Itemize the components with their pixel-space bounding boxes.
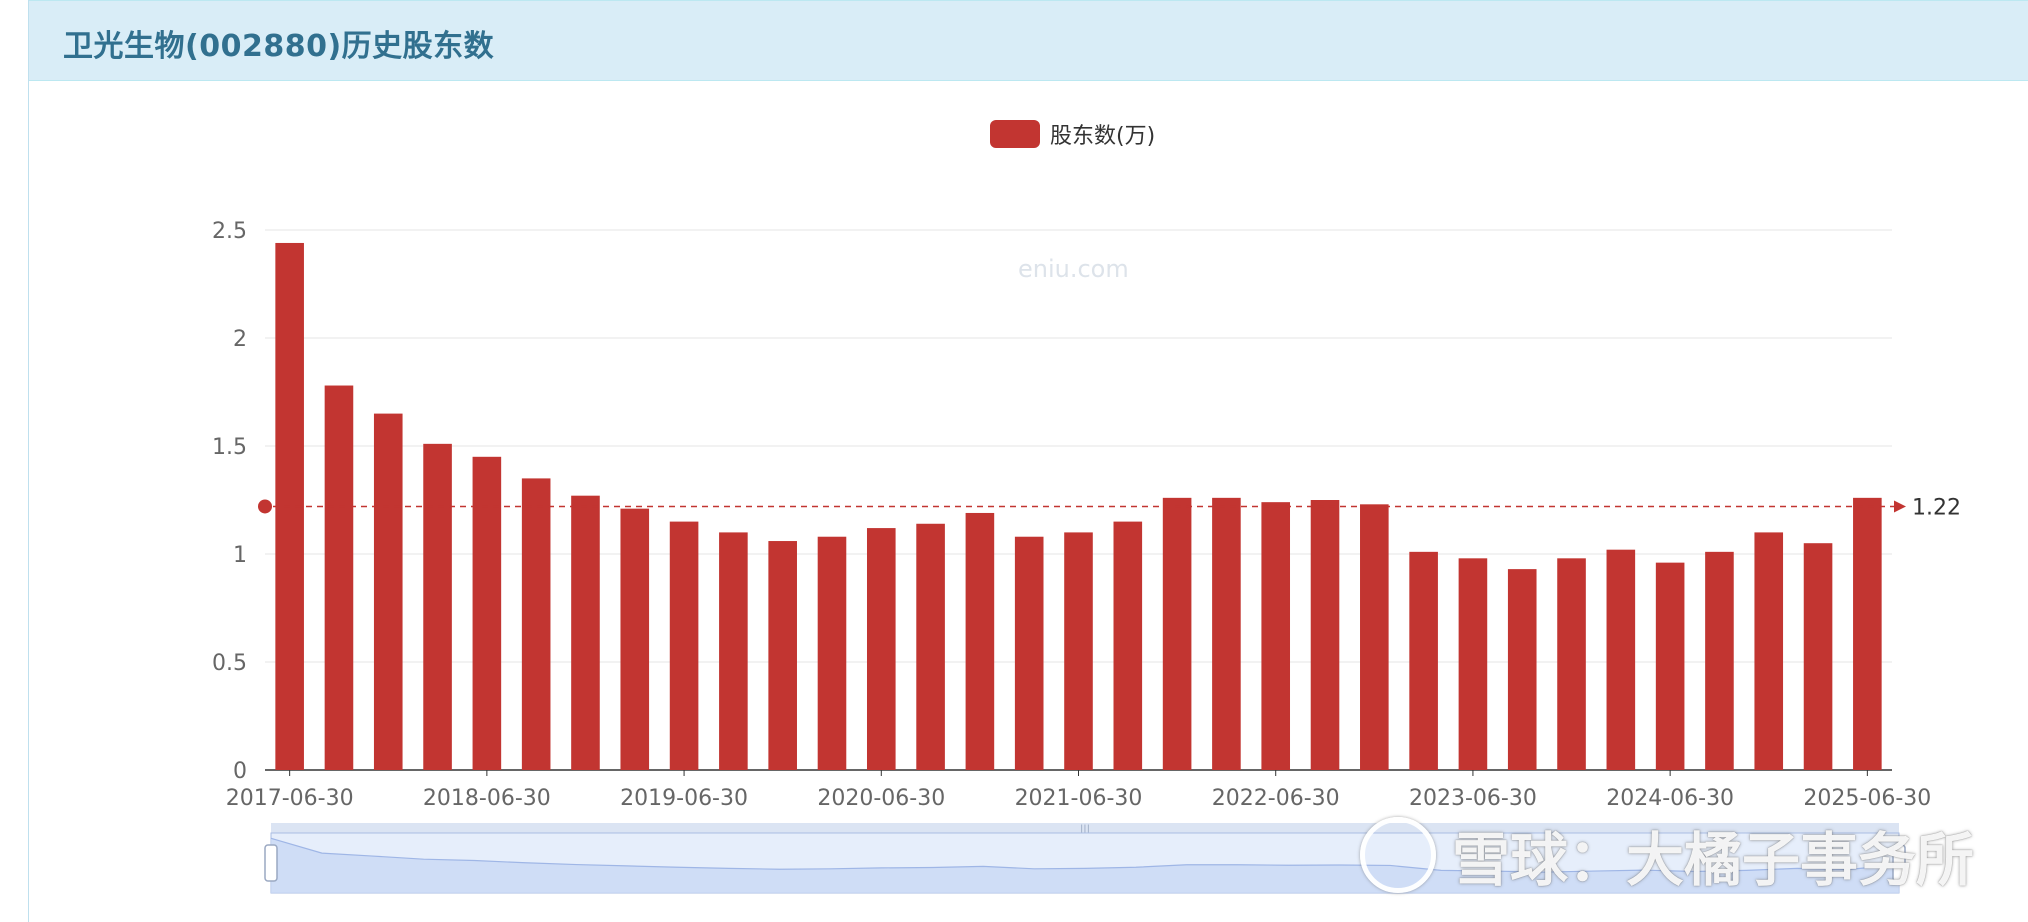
bar	[1853, 497, 1882, 770]
bar	[423, 443, 452, 770]
y-tick-label: 1	[233, 543, 247, 568]
x-tick-label: 2025-06-30	[1803, 786, 1931, 811]
bar	[324, 385, 354, 770]
y-tick-label: 0.5	[212, 651, 247, 676]
bar	[1803, 543, 1833, 770]
bar	[916, 523, 945, 770]
bar	[1310, 500, 1340, 770]
bar	[521, 478, 551, 770]
bar	[1655, 562, 1685, 770]
bar	[1113, 521, 1143, 770]
bar	[719, 532, 748, 770]
bar	[472, 456, 502, 770]
bar	[669, 521, 699, 770]
xueqiu-overlay-mark: 雪球：大橘子事务所	[1360, 815, 1974, 895]
bar	[866, 528, 896, 770]
bar	[1162, 497, 1192, 770]
x-tick-label: 2018-06-30	[423, 786, 551, 811]
markline-start-dot	[258, 499, 272, 514]
x-tick-label: 2023-06-30	[1409, 786, 1537, 811]
markline-label: 1.22	[1912, 495, 1961, 520]
bar	[1064, 532, 1093, 770]
overlay-mark-text: 雪球：大橘子事务所	[1452, 826, 1975, 894]
x-tick-label: 2022-06-30	[1212, 786, 1340, 811]
markline-arrow	[1894, 500, 1906, 513]
y-tick-label: 2	[233, 327, 247, 352]
bar	[373, 413, 403, 770]
bar	[1606, 549, 1636, 770]
x-tick-label: 2017-06-30	[226, 786, 354, 811]
x-tick-label: 2024-06-30	[1606, 786, 1734, 811]
bar	[1754, 532, 1784, 770]
bar	[768, 541, 797, 770]
xueqiu-logo-icon	[1360, 817, 1436, 893]
bar	[1458, 558, 1488, 770]
bar	[1507, 569, 1537, 770]
y-tick-label: 2.5	[212, 219, 247, 244]
x-tick-label: 2020-06-30	[817, 786, 945, 811]
bar	[1557, 558, 1586, 770]
bar	[1705, 551, 1734, 770]
datazoom-left-handle[interactable]	[264, 844, 278, 882]
bar	[620, 508, 650, 770]
x-tick-label: 2019-06-30	[620, 786, 748, 811]
bar	[965, 512, 995, 770]
bar	[1212, 497, 1241, 770]
y-tick-label: 1.5	[212, 435, 247, 460]
bar	[1360, 504, 1389, 770]
bar	[571, 495, 600, 770]
bar	[1409, 551, 1438, 770]
x-tick-label: 2021-06-30	[1015, 786, 1143, 811]
bar	[1014, 536, 1044, 770]
bar	[1261, 502, 1291, 770]
y-tick-label: 0	[233, 759, 247, 784]
bar	[817, 536, 847, 770]
bar-chart: 0 0.5 1 1.5 2 2.5 2017-06-30 2018-06-30 2019-06-…	[212, 219, 1961, 894]
